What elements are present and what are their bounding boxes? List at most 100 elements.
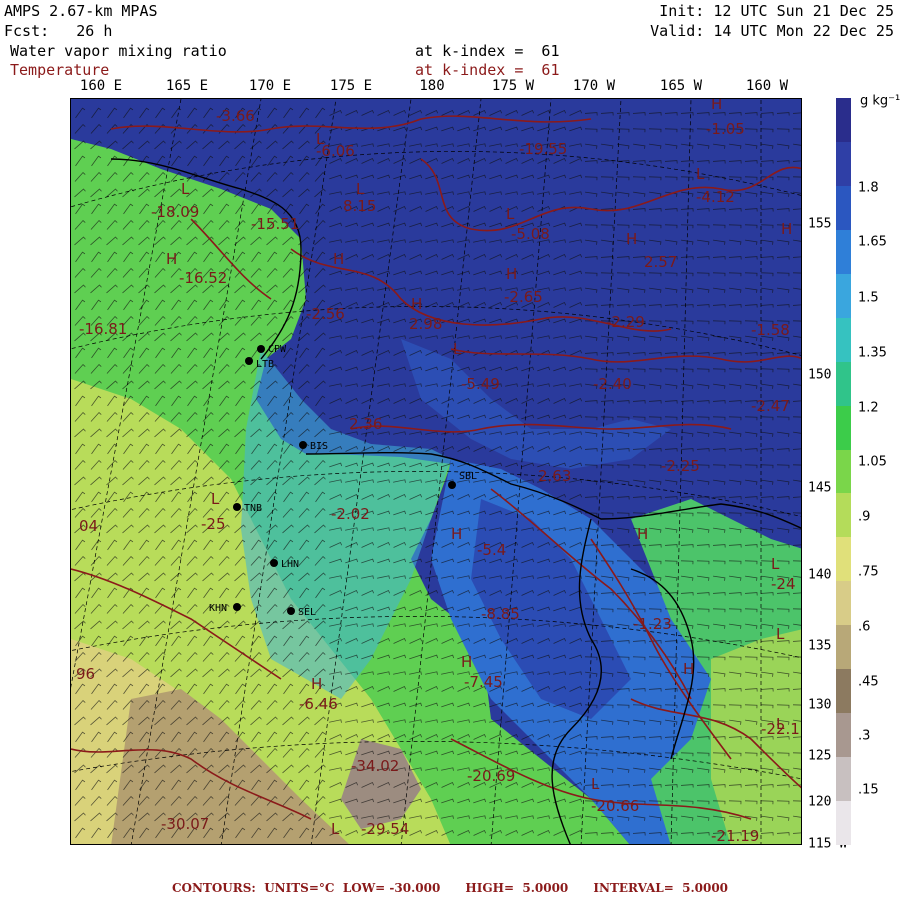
low-marker: L	[181, 180, 190, 198]
station-tnb[interactable]	[233, 503, 241, 511]
station-sel[interactable]	[287, 607, 295, 615]
colorbar-label: .15	[858, 782, 879, 798]
colorbar-label: 1.05	[858, 454, 887, 470]
contour-value-label: -1.58	[751, 321, 790, 339]
contour-value-label: -19.55	[519, 140, 567, 158]
map-panel[interactable]: CPW LTB BIS SBL TNB LHN SEL KHN -3.66 -6.…	[70, 98, 802, 845]
colorbar-segment	[836, 669, 851, 714]
colorbar-segment	[836, 405, 851, 451]
contour-value-label: 96	[76, 665, 95, 683]
colorbar-segment	[836, 493, 851, 538]
contour-value-label: -24	[771, 575, 796, 593]
station-sbl[interactable]	[448, 481, 456, 489]
colorbar-segment	[836, 361, 851, 407]
contour-value-label: -2.40	[593, 375, 632, 393]
lon-label: 165 W	[659, 78, 703, 94]
contour-value-label: -25	[201, 515, 226, 533]
colorbar-segment	[836, 98, 851, 143]
station-lhn[interactable]	[270, 559, 278, 567]
station-khn[interactable]	[233, 603, 241, 611]
station-ltb[interactable]	[245, 357, 253, 365]
high-marker: H	[333, 250, 344, 268]
model-title: AMPS 2.67-km MPAS	[4, 2, 158, 20]
lon-label: 180	[419, 78, 445, 94]
station-bis[interactable]	[299, 441, 307, 449]
colorbar-label: 1.8	[858, 180, 879, 196]
colorbar-label: 1.65	[858, 234, 887, 250]
contour-value-label: -3.66	[216, 107, 255, 125]
high-marker: H	[626, 230, 637, 248]
contour-value-label: -29.54	[361, 820, 409, 838]
contour-value-label: -16.52	[179, 269, 227, 287]
contour-value-label: -34.02	[351, 757, 399, 775]
station-cpw[interactable]	[257, 345, 265, 353]
colorbar-label: 1.35	[858, 345, 887, 361]
contour-value-label: 2.36	[349, 415, 382, 433]
contour-value-label: -5.4	[477, 541, 506, 559]
footer-units: UNITS=°C	[264, 881, 335, 895]
field1-name: Water vapor mixing ratio	[10, 42, 227, 60]
station-label-tnb: TNB	[244, 503, 262, 514]
low-marker: L	[356, 180, 365, 198]
contour-value-label: -2.56	[306, 305, 345, 323]
colorbar-label: .6	[858, 619, 871, 635]
colorbar-label: .3	[858, 728, 871, 744]
lon-label: 170 E	[248, 78, 292, 94]
high-marker: H	[711, 99, 722, 113]
lon-label: 175 W	[491, 78, 535, 94]
high-marker: H	[461, 653, 472, 671]
contour-value-label: -2.02	[331, 505, 370, 523]
high-marker: H	[637, 525, 648, 543]
contour-value-label: -20.66	[591, 797, 639, 815]
station-label-cpw: CPW	[268, 344, 287, 355]
fcst-label: Fcst:	[4, 22, 50, 40]
low-marker: L	[591, 775, 600, 793]
contour-value-label: -21.19	[711, 827, 759, 845]
colorbar-segment	[836, 141, 851, 187]
contour-value-label: -5.49	[461, 375, 500, 393]
station-label-sbl: SBL	[459, 471, 477, 482]
contour-value-label: 2.98	[409, 315, 442, 333]
station-label-sel: SEL	[298, 607, 316, 618]
colorbar-segment	[836, 229, 851, 275]
low-marker: L	[696, 165, 705, 183]
colorbar-segment	[836, 185, 851, 231]
lon-label: 160 E	[79, 78, 123, 94]
init-time: Init: 12 UTC Sun 21 Dec 25	[659, 2, 894, 20]
contour-value-label: -1.05	[706, 120, 745, 138]
colorbar-segment	[836, 317, 851, 363]
contour-value-label: -8.85	[481, 605, 520, 623]
contour-value-label: -6.46	[299, 695, 338, 713]
station-label-ltb: LTB	[256, 359, 274, 370]
high-marker: H	[781, 220, 792, 238]
high-marker: H	[451, 525, 462, 543]
contour-value-label: -1.23	[633, 615, 672, 633]
footer-contours: CONTOURS:	[171, 881, 256, 895]
contour-value-label: -2.29	[606, 313, 645, 331]
footer-high: HIGH= 5.0000	[465, 881, 569, 895]
contour-value-label: 04	[79, 517, 98, 535]
colorbar-label: .75	[858, 564, 879, 580]
colorbar-label: 1.5	[858, 290, 879, 306]
contour-value-label: -16.81	[79, 320, 127, 338]
colorbar-segment	[836, 713, 851, 758]
low-marker: L	[771, 555, 780, 573]
contour-value-label: -2.47	[751, 397, 790, 415]
colorbar-segment	[836, 801, 851, 846]
station-label-khn: KHN	[209, 603, 227, 614]
colorbar-segment	[836, 625, 851, 670]
map-canvas: CPW LTB BIS SBL TNB LHN SEL KHN -3.66 -6.…	[71, 99, 801, 845]
forecast-hour: Fcst: 26 h	[4, 22, 112, 40]
high-marker: H	[683, 660, 694, 678]
contour-value-label: 2.57	[644, 253, 677, 271]
low-marker: L	[776, 715, 785, 733]
low-marker: L	[776, 625, 785, 643]
field1-level: at k-index = 61	[415, 42, 560, 60]
contour-value-label: 2.63	[538, 467, 571, 485]
high-marker: H	[506, 265, 517, 283]
colorbar-label: 1.2	[858, 400, 879, 416]
low-marker: L	[453, 340, 462, 358]
high-marker: H	[166, 250, 177, 268]
colorbar-label: .45	[858, 674, 879, 690]
contour-value-label: -15.51	[251, 215, 299, 233]
